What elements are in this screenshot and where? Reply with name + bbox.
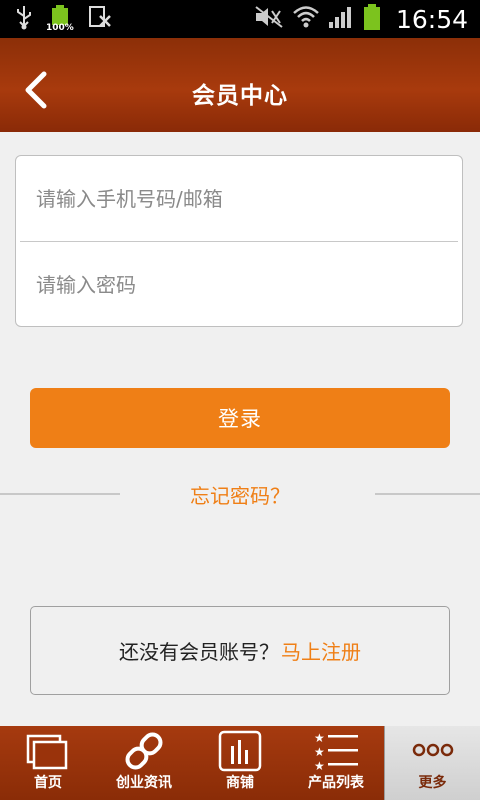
more-dots-icon [412,743,453,757]
signal-icon [328,5,354,33]
forgot-row: 忘记密码？ [0,476,480,512]
tab-home[interactable]: 首页 [0,726,96,800]
forgot-password-link[interactable]: 忘记密码？ [0,480,480,509]
battery-full-icon: 100% [46,4,74,34]
register-link[interactable]: 马上注册 [281,636,361,665]
password-field-wrap [16,242,462,327]
battery-percent: 100% [46,23,74,33]
screenshot-icon [88,4,112,34]
wifi-icon [292,4,320,34]
tab-shop[interactable]: 商铺 [192,726,288,800]
svg-text:★: ★ [314,745,325,759]
tab-product-list[interactable]: ★ ★ ★ 产品列表 [288,726,384,800]
clock: 16:54 [395,4,468,34]
shop-bars-icon [218,730,262,772]
status-bar: 100% 16:54 [0,0,480,38]
bottom-tab-bar: 首页 创业资讯 商铺 ★ ★ ★ 产品列表 更多 [0,726,480,800]
battery-icon [362,3,382,35]
tab-more[interactable]: 更多 [384,726,480,800]
page-title: 会员中心 [192,83,288,109]
mute-icon [254,5,284,33]
login-form [15,155,463,327]
tab-label: 商铺 [226,775,254,791]
usb-icon [14,4,34,34]
tab-label: 更多 [418,775,447,791]
tab-startup-news[interactable]: 创业资讯 [96,726,192,800]
link-chain-icon [125,732,163,770]
login-button[interactable]: 登录 [30,388,450,448]
star-list-icon: ★ ★ ★ [314,731,358,772]
tab-label: 产品列表 [308,775,364,791]
svg-text:★: ★ [314,759,325,772]
register-prompt: 还没有会员账号？ [119,640,279,664]
password-input[interactable] [34,271,438,298]
phone-email-input[interactable] [34,185,438,212]
tab-label: 创业资讯 [116,775,172,791]
home-windows-icon [26,734,68,770]
register-box: 还没有会员账号？ 马上注册 [30,606,450,695]
app-header: 会员中心 [0,38,480,132]
tab-label: 首页 [34,775,62,791]
phone-email-field-wrap [16,156,462,241]
svg-text:★: ★ [314,731,325,745]
